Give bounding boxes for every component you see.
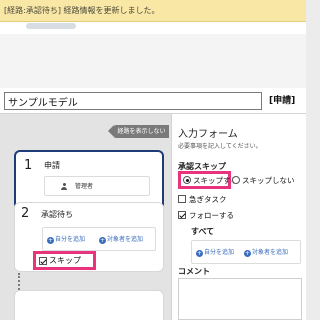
skip-radio[interactable]: [183, 176, 191, 184]
urgent-checkbox[interactable]: [178, 195, 186, 203]
user-icon: [61, 183, 67, 190]
app-logo-icon[interactable]: [26, 23, 76, 29]
process-type-tag: [申請]: [269, 96, 296, 106]
hide-route-button[interactable]: 経路を表示しない: [108, 125, 169, 138]
step-name: 承認待ち: [41, 210, 73, 219]
add-target-label: 対象者を追加: [252, 249, 289, 256]
add-self-link[interactable]: + 自分を追加: [47, 234, 85, 244]
notice-message: [経路:承認待ち] 経路情報を更新しました。: [4, 6, 160, 15]
update-notice-bar: [経路:承認待ち] 経路情報を更新しました。: [0, 0, 306, 22]
plus-icon: +: [99, 237, 106, 244]
route-connector: [18, 273, 20, 290]
follow-all-label: すべて: [191, 227, 215, 236]
no-skip-option-label: スキップしない: [242, 176, 295, 185]
title-row: [申請]: [0, 88, 306, 114]
step-number: 2: [21, 206, 30, 221]
add-target-link[interactable]: + 対象者を追加: [244, 247, 288, 257]
plus-icon: +: [47, 237, 54, 244]
title-input[interactable]: [4, 92, 262, 110]
follow-add-box: + 自分を追加 + 対象者を追加: [191, 240, 301, 264]
assignee-add-box: + 自分を追加 + 対象者を追加: [42, 227, 156, 251]
comment-heading: コメント: [178, 267, 210, 276]
comment-textarea[interactable]: [178, 278, 302, 320]
form-title: 入力フォーム: [178, 129, 238, 140]
plus-icon: +: [244, 250, 251, 257]
route-step-1[interactable]: 1 申請 管理者: [14, 150, 164, 210]
add-self-label: 自分を追加: [204, 249, 235, 256]
route-step-3[interactable]: [14, 290, 164, 320]
follow-checkbox[interactable]: [178, 211, 186, 219]
add-target-link[interactable]: + 対象者を追加: [99, 234, 143, 244]
add-target-label: 対象者を追加: [107, 236, 144, 243]
follow-label: フォローする: [189, 211, 234, 220]
assignee-box: 管理者: [44, 176, 150, 196]
step-skip-checkbox[interactable]: [39, 257, 47, 265]
plus-icon: +: [196, 250, 203, 257]
urgent-label: 急ぎタスク: [189, 195, 227, 204]
add-self-link[interactable]: + 自分を追加: [196, 247, 234, 257]
assignee-name: 管理者: [75, 183, 94, 190]
no-skip-radio[interactable]: [232, 176, 240, 184]
add-self-label: 自分を追加: [55, 236, 86, 243]
step-name: 申請: [44, 161, 60, 170]
step-skip-label: スキップ: [49, 256, 81, 265]
step-number: 1: [24, 158, 33, 173]
content-spacer: [0, 34, 306, 88]
form-description: 必要事項を記入してください。: [178, 143, 262, 150]
